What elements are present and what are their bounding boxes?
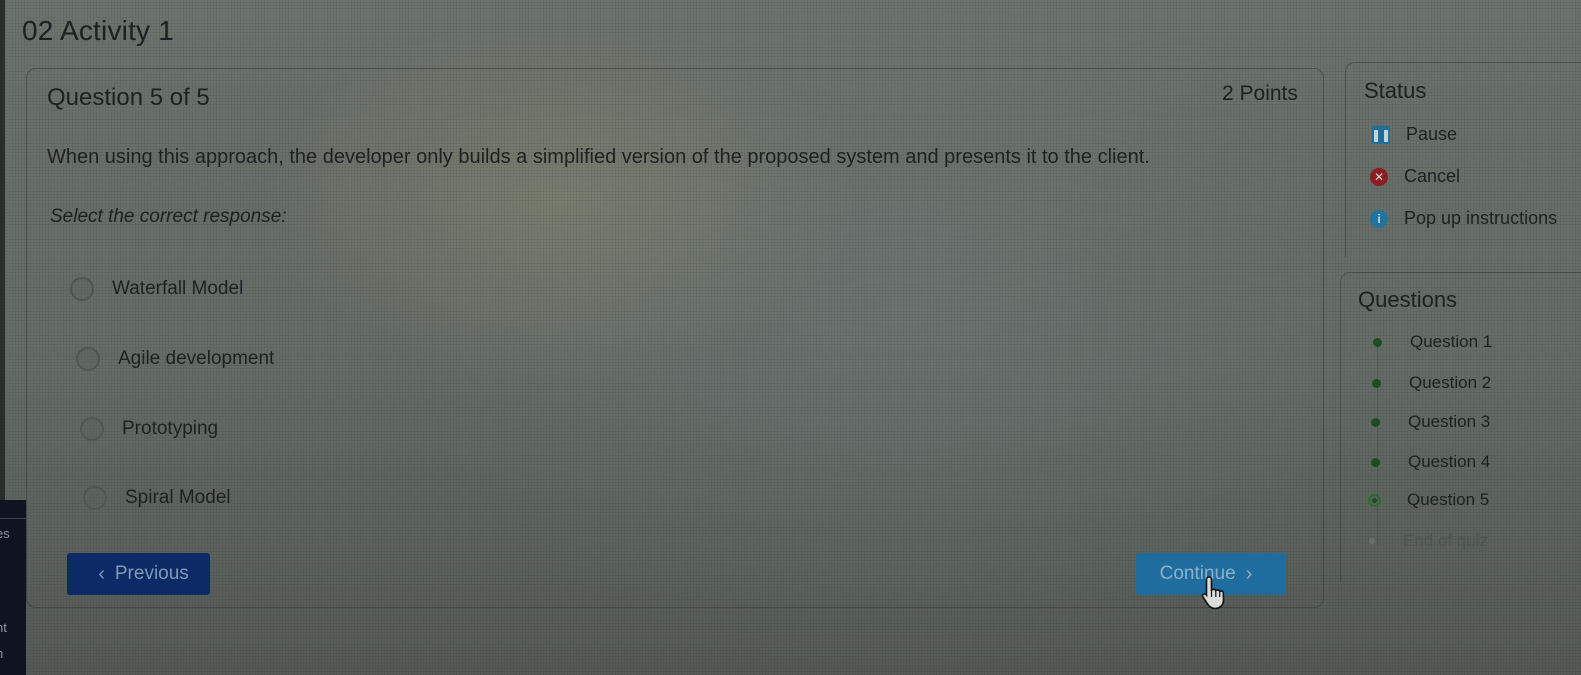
sidebar-text-fragment[interactable]: n [0, 646, 3, 661]
question-text: When using this approach, the developer … [47, 146, 1150, 168]
cancel-button[interactable]: ✕ Cancel [1370, 166, 1460, 187]
cancel-label: Cancel [1404, 166, 1461, 186]
answer-option-waterfall-model[interactable]: Waterfall Model [70, 272, 243, 306]
question-nav-label: Question 2 [1409, 373, 1492, 392]
option-label: Prototyping [122, 418, 219, 439]
question-nav-label: Question 1 [1410, 332, 1493, 351]
chevron-right-icon: › [1245, 562, 1253, 585]
pop-up-instructions-button[interactable]: i Pop up instructions [1370, 208, 1557, 229]
option-label: Agile development [118, 348, 275, 369]
question-nav-item-2[interactable]: Question 2 [1372, 373, 1491, 393]
current-question-icon [1368, 493, 1381, 507]
pending-dot-icon [1369, 538, 1375, 544]
answered-dot-icon [1373, 337, 1382, 347]
question-nav-end-of-quiz[interactable]: End of quiz [1369, 531, 1488, 551]
window-edge [0, 0, 5, 500]
answered-dot-icon [1371, 417, 1380, 427]
question-number: Question 5 of 5 [47, 84, 210, 111]
sidebar-divider [0, 518, 26, 519]
chevron-left-icon: ‹ [98, 562, 105, 585]
pause-icon: ❚❚ [1370, 125, 1392, 144]
radio-button[interactable] [83, 486, 107, 510]
question-nav-label: Question 3 [1408, 412, 1491, 431]
radio-button[interactable] [76, 347, 100, 371]
radio-button[interactable] [80, 417, 104, 441]
cancel-icon: ✕ [1370, 167, 1388, 186]
option-label: Waterfall Model [112, 278, 244, 299]
activity-title: 02 Activity 1 [22, 15, 175, 46]
question-points: 2 Points [1222, 82, 1298, 105]
question-nav-item-3[interactable]: Question 3 [1371, 412, 1490, 432]
question-nav-label: Question 5 [1407, 490, 1490, 509]
question-nav-label: Question 4 [1408, 452, 1491, 471]
question-nav-item-5[interactable]: Question 5 [1368, 490, 1489, 510]
answer-option-spiral-model[interactable]: Spiral Model [83, 481, 231, 515]
hand-pointer-cursor-icon [1201, 576, 1225, 610]
answered-dot-icon [1371, 457, 1380, 467]
question-nav-item-4[interactable]: Question 4 [1371, 452, 1490, 472]
left-sidebar-fragment: es nt n [0, 500, 26, 675]
questions-panel-title: Questions [1358, 287, 1458, 312]
info-icon: i [1370, 209, 1388, 228]
status-panel-title: Status [1364, 78, 1427, 103]
sidebar-text-fragment[interactable]: es [0, 526, 10, 541]
question-nav-item-1[interactable]: Question 1 [1373, 332, 1492, 352]
answer-option-agile-development[interactable]: Agile development [76, 342, 274, 376]
pop-up-instructions-label: Pop up instructions [1404, 208, 1558, 228]
pause-label: Pause [1406, 124, 1458, 144]
answer-option-prototyping[interactable]: Prototyping [80, 412, 218, 446]
option-label: Spiral Model [125, 487, 231, 508]
radio-button[interactable] [70, 277, 94, 301]
previous-button-label: Previous [114, 563, 189, 584]
question-nav-label: End of quiz [1403, 531, 1489, 550]
question-instruction: Select the correct response: [50, 206, 287, 227]
pause-button[interactable]: ❚❚ Pause [1370, 124, 1458, 145]
previous-button[interactable]: ‹ Previous [67, 553, 210, 595]
answered-dot-icon [1372, 378, 1381, 388]
sidebar-text-fragment[interactable]: nt [0, 620, 7, 635]
